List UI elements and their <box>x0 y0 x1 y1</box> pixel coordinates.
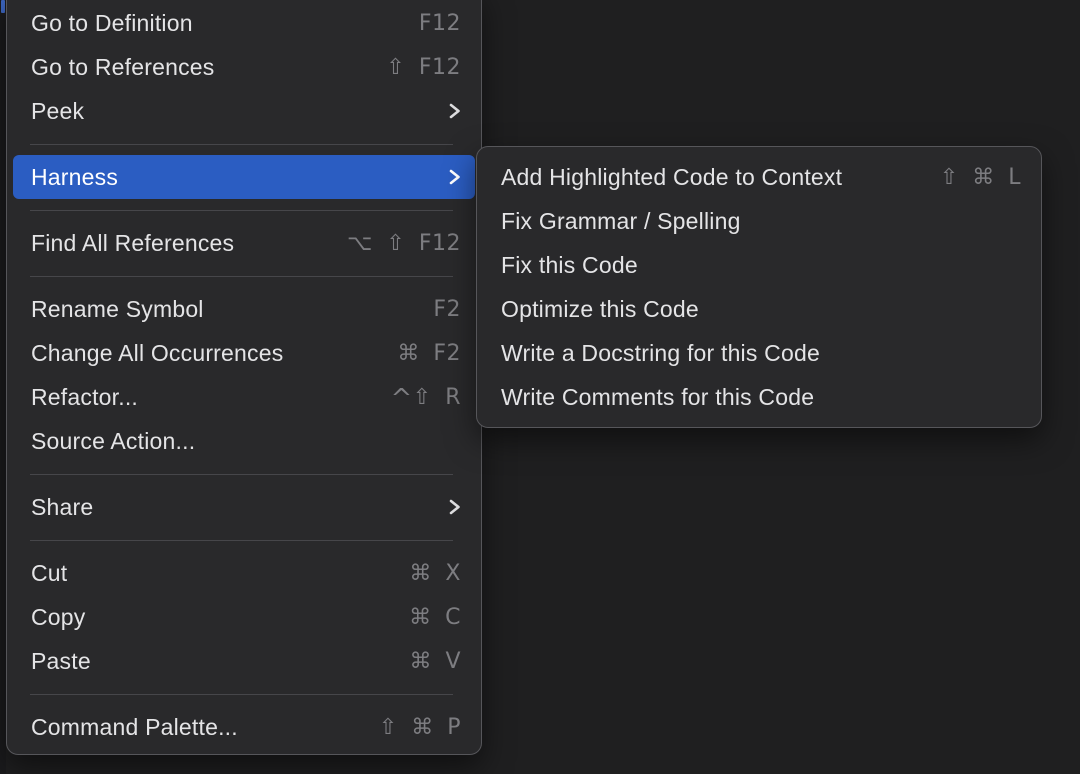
menu-separator <box>30 144 453 145</box>
menu-item-label: Fix Grammar / Spelling <box>501 208 1021 235</box>
menu-item-label: Copy <box>31 604 409 631</box>
menu-item-shortcut: F2 <box>433 297 461 322</box>
menu-item-write-a-docstring-for-this-code[interactable]: Write a Docstring for this Code <box>483 331 1035 375</box>
menu-item-refactor[interactable]: Refactor...^ ⇧ R <box>13 375 475 419</box>
menu-item-label: Rename Symbol <box>31 296 433 323</box>
menu-item-write-comments-for-this-code[interactable]: Write Comments for this Code <box>483 375 1035 419</box>
menu-item-label: Write Comments for this Code <box>501 384 1021 411</box>
menu-item-shortcut: ^ ⇧ R <box>390 382 461 412</box>
menu-item-label: Cut <box>31 560 409 587</box>
menu-item-label: Source Action... <box>31 428 461 455</box>
menu-item-label: Fix this Code <box>501 252 1021 279</box>
menu-item-label: Find All References <box>31 230 347 257</box>
menu-item-change-all-occurrences[interactable]: Change All Occurrences⌘ F2 <box>13 331 475 375</box>
menu-item-fix-grammar-spelling[interactable]: Fix Grammar / Spelling <box>483 199 1035 243</box>
menu-item-shortcut: ⌘ V <box>409 649 461 674</box>
menu-item-shortcut: F12 <box>419 11 461 36</box>
menu-item-find-all-references[interactable]: Find All References⌥ ⇧ F12 <box>13 221 475 265</box>
menu-item-add-highlighted-code-to-context[interactable]: Add Highlighted Code to Context⇧ ⌘ L <box>483 155 1035 199</box>
editor-selection-artifact <box>1 0 5 13</box>
menu-item-shortcut: ⇧ F12 <box>386 55 461 80</box>
menu-item-shortcut: ⇧ ⌘ P <box>379 715 461 740</box>
menu-item-label: Write a Docstring for this Code <box>501 340 1021 367</box>
menu-item-fix-this-code[interactable]: Fix this Code <box>483 243 1035 287</box>
editor-background: { "colors": { "page_background": "#1f1f2… <box>0 0 1080 774</box>
harness-submenu: Add Highlighted Code to Context⇧ ⌘ L Fix … <box>476 146 1042 428</box>
editor-context-menu: Go to DefinitionF12Go to References⇧ F12… <box>6 0 482 755</box>
menu-item-label: Peek <box>31 98 448 125</box>
menu-item-shortcut: ⌥ ⇧ F12 <box>347 231 461 256</box>
menu-item-peek[interactable]: Peek <box>13 89 475 133</box>
menu-separator <box>30 276 453 277</box>
submenu-chevron <box>448 497 461 517</box>
menu-item-go-to-references[interactable]: Go to References⇧ F12 <box>13 45 475 89</box>
menu-item-label: Optimize this Code <box>501 296 1021 323</box>
menu-item-label: Go to Definition <box>31 10 419 37</box>
menu-item-label: Share <box>31 494 448 521</box>
menu-item-label: Add Highlighted Code to Context <box>501 164 940 191</box>
menu-item-share[interactable]: Share <box>13 485 475 529</box>
menu-item-label: Harness <box>31 164 448 191</box>
chevron-right-icon <box>448 101 461 121</box>
menu-item-label: Command Palette... <box>31 714 379 741</box>
chevron-right-icon <box>448 497 461 517</box>
chevron-right-icon <box>448 167 461 187</box>
submenu-chevron <box>448 101 461 121</box>
menu-item-paste[interactable]: Paste⌘ V <box>13 639 475 683</box>
menu-separator <box>30 694 453 695</box>
menu-item-source-action[interactable]: Source Action... <box>13 419 475 463</box>
menu-item-harness[interactable]: Harness <box>13 155 475 199</box>
submenu-chevron <box>448 167 461 187</box>
control-key-icon: ^ <box>390 384 412 414</box>
menu-item-shortcut: ⌘ F2 <box>397 341 461 366</box>
menu-item-cut[interactable]: Cut⌘ X <box>13 551 475 595</box>
menu-item-label: Refactor... <box>31 384 390 411</box>
menu-item-copy[interactable]: Copy⌘ C <box>13 595 475 639</box>
menu-item-go-to-definition[interactable]: Go to DefinitionF12 <box>13 1 475 45</box>
menu-separator <box>30 210 453 211</box>
menu-item-command-palette[interactable]: Command Palette...⇧ ⌘ P <box>13 705 475 749</box>
menu-item-label: Paste <box>31 648 409 675</box>
menu-item-label: Change All Occurrences <box>31 340 397 367</box>
menu-item-label: Go to References <box>31 54 386 81</box>
menu-separator <box>30 474 453 475</box>
menu-item-shortcut: ⌘ C <box>409 605 461 630</box>
menu-item-shortcut: ⇧ ⌘ L <box>940 165 1021 190</box>
menu-item-rename-symbol[interactable]: Rename SymbolF2 <box>13 287 475 331</box>
menu-separator <box>30 540 453 541</box>
menu-item-shortcut: ⌘ X <box>409 561 461 586</box>
menu-item-optimize-this-code[interactable]: Optimize this Code <box>483 287 1035 331</box>
